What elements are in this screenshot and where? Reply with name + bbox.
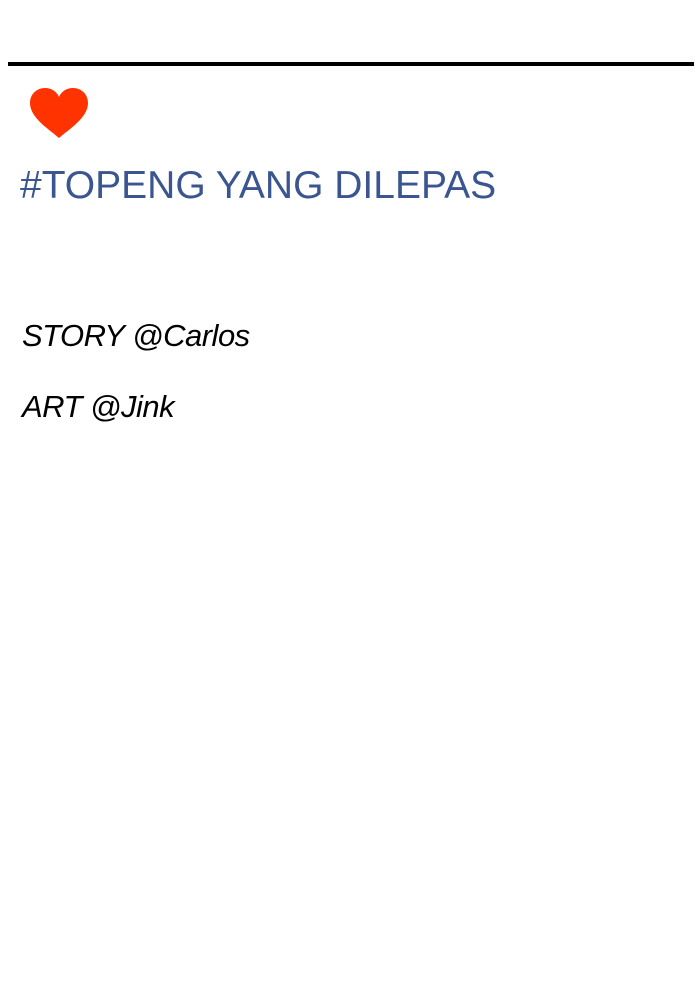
top-divider: [8, 62, 694, 66]
heart-icon[interactable]: [28, 86, 90, 140]
art-credit: ART @Jink: [22, 389, 175, 424]
heart-shape: [30, 88, 88, 138]
page-title: #TOPENG YANG DILEPAS: [20, 164, 497, 207]
story-credit: STORY @Carlos: [22, 318, 250, 353]
